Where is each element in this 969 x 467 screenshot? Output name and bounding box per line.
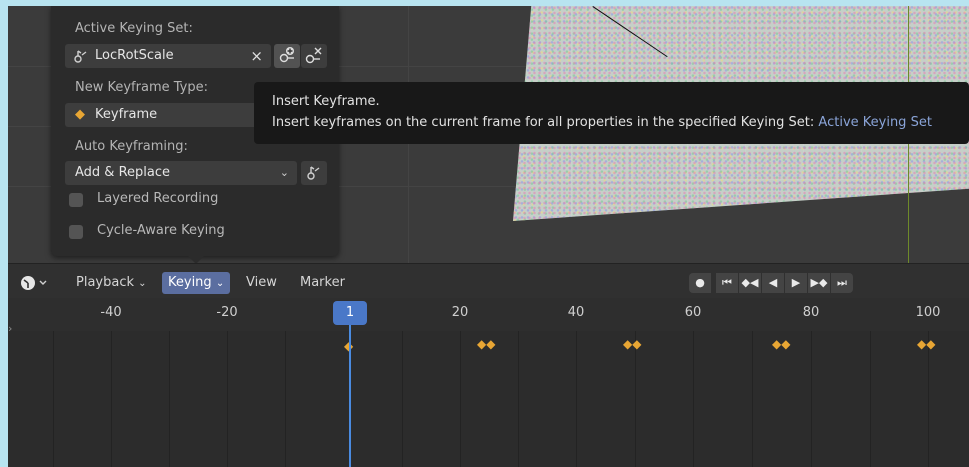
keying-set-icon (73, 44, 89, 68)
keyframe-diamond[interactable]: ◆◆ (917, 337, 935, 351)
chevron-down-icon: ⌄ (138, 278, 147, 289)
view-menu[interactable]: View (240, 272, 283, 294)
play-reverse-button[interactable]: ◀ (762, 273, 784, 293)
keying-set-only-button[interactable] (301, 161, 327, 185)
playhead[interactable] (349, 325, 351, 467)
jump-to-end-button[interactable]: ⏭ (831, 273, 853, 293)
new-keyframe-type-label: New Keyframe Type: (75, 80, 208, 95)
next-keyframe-icon: ▶◆ (810, 276, 828, 289)
grid-line (227, 331, 228, 467)
clear-keying-set-button[interactable]: × (250, 44, 263, 68)
grid-line (870, 331, 871, 467)
jump-to-next-keyframe-button[interactable]: ▶◆ (808, 273, 830, 293)
remove-keying-set-button[interactable] (301, 44, 327, 68)
tooltip-highlight: Active Keying Set (818, 115, 932, 130)
tick-label: 20 (451, 305, 469, 320)
chevron-down-icon: ⌄ (215, 278, 225, 289)
grid-line (928, 331, 929, 467)
timeline-header: Playback ⌄ Keying ⌄ View Marker ● ⏮ ◆◀ ◀… (8, 263, 969, 299)
grid-line (285, 331, 286, 467)
keying-set-icon (307, 166, 320, 180)
chevron-down-icon: ⌄ (279, 166, 289, 179)
grid-line (635, 331, 636, 467)
marker-menu[interactable]: Marker (294, 272, 351, 294)
current-frame-indicator[interactable]: 1 (333, 301, 367, 325)
cycle-aware-keying-label: Cycle-Aware Keying (97, 223, 225, 238)
play-icon: ▶ (791, 276, 801, 289)
grid-line (460, 331, 461, 467)
key-add-icon (279, 47, 294, 63)
jump-to-prev-keyframe-button[interactable]: ◆◀ (739, 273, 761, 293)
tooltip-description: Insert keyframes on the current frame fo… (272, 115, 932, 130)
tick-label: 80 (802, 305, 820, 320)
play-reverse-icon: ◀ (768, 276, 778, 289)
jump-to-start-button[interactable]: ⏮ (716, 273, 738, 293)
auto-keying-mode-dropdown[interactable]: Add & Replace ⌄ (65, 161, 297, 185)
playback-menu-label: Playback (76, 275, 135, 290)
grid-line (53, 331, 54, 467)
tick-label: -20 (216, 305, 238, 320)
playback-menu[interactable]: Playback ⌄ (70, 272, 153, 294)
layered-recording-label: Layered Recording (97, 191, 219, 206)
record-button[interactable]: ● (689, 273, 711, 293)
frame-ruler[interactable]: -40 -20 20 40 60 80 100 (8, 298, 969, 331)
blender-window: Active Keying Set: LocRotScale × New Key… (8, 6, 969, 467)
record-icon: ● (695, 276, 705, 289)
grid-line (169, 331, 170, 467)
layered-recording-checkbox[interactable] (69, 193, 83, 207)
grid-line (402, 331, 403, 467)
grid-line (576, 331, 577, 467)
keying-menu[interactable]: Keying ⌄ (162, 272, 231, 294)
tick-label: 40 (567, 305, 585, 320)
grid-line (518, 331, 519, 467)
tick-label: -40 (100, 305, 122, 320)
keying-menu-label: Keying (168, 275, 212, 290)
editor-type-button[interactable] (18, 272, 54, 294)
jump-start-icon: ⏮ (722, 276, 732, 289)
grid-line (111, 331, 112, 467)
key-remove-icon (305, 47, 322, 64)
timeline-area[interactable]: ◆ ◆◆ ◆◆ ◆◆ ◆◆ (8, 331, 969, 467)
grid-line (752, 331, 753, 467)
add-keying-set-button[interactable] (274, 44, 300, 68)
auto-keyframing-label: Auto Keyframing: (75, 139, 188, 154)
keying-set-field[interactable]: LocRotScale × (65, 44, 271, 68)
cycle-aware-keying-checkbox[interactable] (69, 225, 83, 239)
auto-mode-value: Add & Replace (75, 165, 170, 180)
keyframe-diamond-icon: ◆ (75, 107, 85, 122)
keying-set-value: LocRotScale (95, 48, 174, 63)
keyframe-diamond[interactable]: ◆◆ (623, 337, 641, 351)
tooltip-title: Insert Keyframe. (272, 94, 380, 109)
keyframe-diamond[interactable]: ◆◆ (477, 337, 495, 351)
play-button[interactable]: ▶ (785, 273, 807, 293)
prev-keyframe-icon: ◆◀ (741, 276, 759, 289)
keyframe-type-value: Keyframe (95, 107, 158, 122)
timeline-clock-icon (21, 276, 47, 290)
keyframe-diamond[interactable]: ◆◆ (772, 337, 790, 351)
tick-label: 60 (684, 305, 702, 320)
jump-end-icon: ⏭ (837, 276, 847, 289)
grid-line (693, 331, 694, 467)
active-keying-set-label: Active Keying Set: (75, 21, 193, 36)
tooltip-description-text: Insert keyframes on the current frame fo… (272, 115, 815, 130)
tick-label: 100 (915, 305, 941, 320)
grid-line (811, 331, 812, 467)
insert-keyframe-tooltip: Insert Keyframe. Insert keyframes on the… (254, 82, 969, 144)
